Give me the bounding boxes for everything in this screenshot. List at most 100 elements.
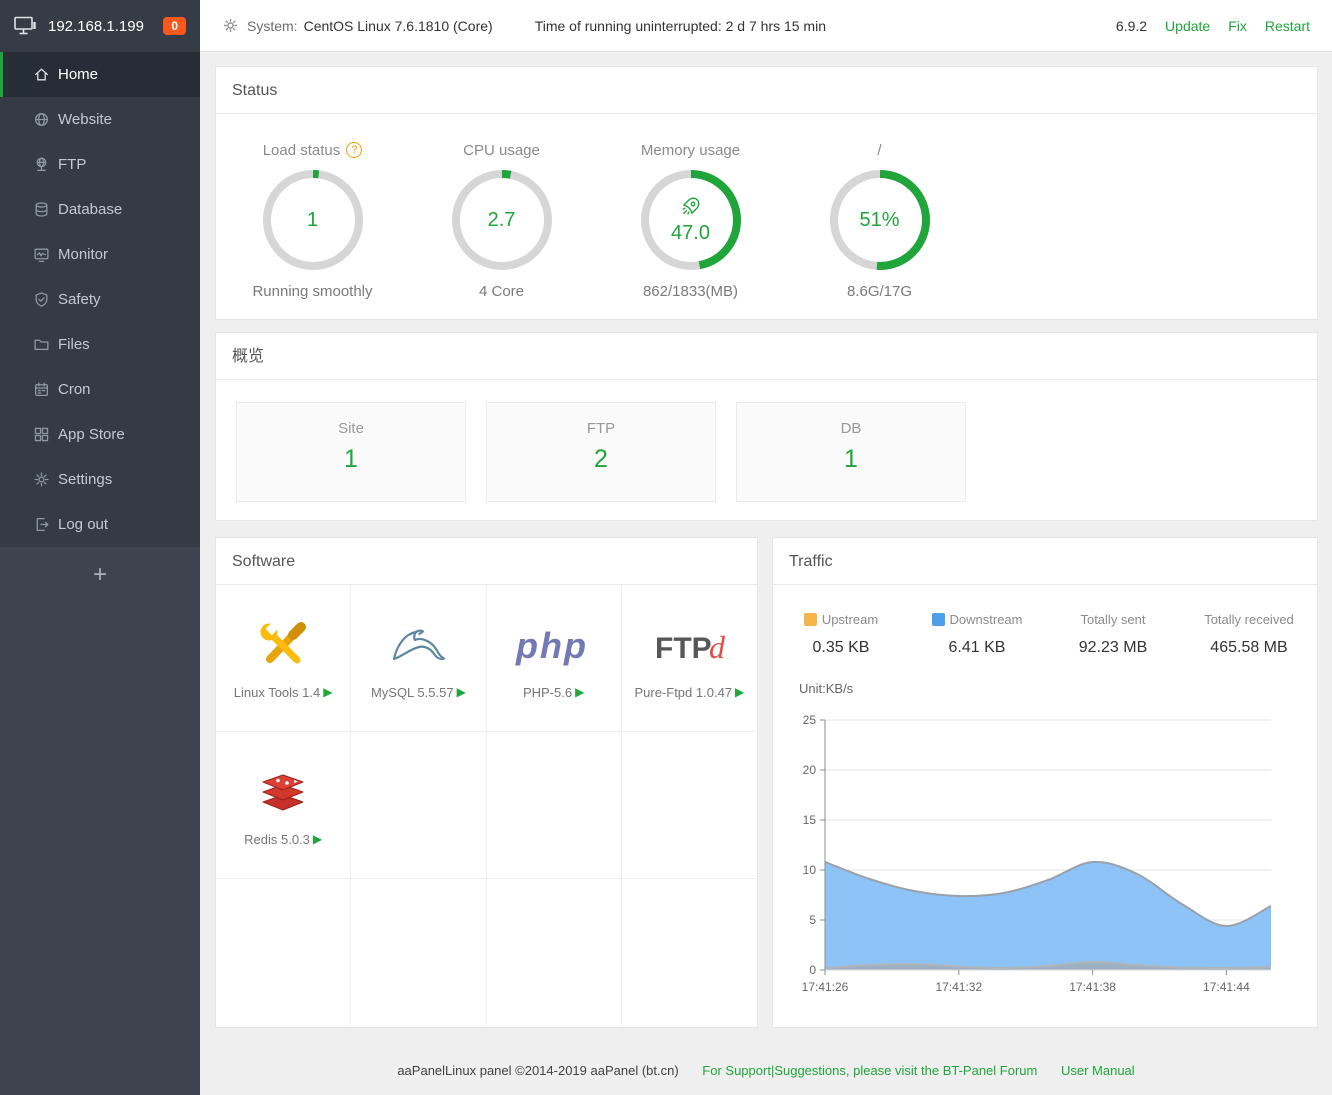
- service-running-icon[interactable]: ▶: [313, 833, 322, 845]
- software-empty-cell: [487, 732, 622, 879]
- gauge-title: /: [877, 142, 881, 159]
- traffic-stat-label: Downstream: [950, 612, 1023, 627]
- status-panel: Status Load status? 1 Running smoothly CPU …: [215, 66, 1318, 320]
- sidebar-item-monitor[interactable]: Monitor: [0, 232, 200, 277]
- legend-swatch-icon: [932, 613, 945, 626]
- sidebar-item-label: FTP: [58, 156, 86, 173]
- traffic-stat-downstream: Downstream 6.41 KB: [909, 612, 1045, 657]
- traffic-panel: Traffic Upstream0.35 KBDownstream6.41 KB…: [772, 537, 1318, 1028]
- service-running-icon[interactable]: ▶: [457, 686, 466, 698]
- overview-card-site[interactable]: Site1: [236, 402, 466, 502]
- sidebar-item-safety[interactable]: Safety: [0, 277, 200, 322]
- overview-card-value: 2: [487, 445, 715, 474]
- sidebar-item-label: Cron: [58, 381, 91, 398]
- overview-card-label: FTP: [487, 420, 715, 437]
- status-panel-title: Status: [216, 67, 1317, 114]
- settings-icon: [33, 471, 50, 488]
- service-running-icon[interactable]: ▶: [575, 686, 584, 698]
- software-item-mysql-5-5-57[interactable]: MySQL 5.5.57▶: [351, 585, 486, 732]
- safety-icon: [33, 291, 50, 308]
- main-content: Status Load status? 1 Running smoothly CPU …: [200, 53, 1332, 1095]
- sidebar-item-log-out[interactable]: Log out: [0, 502, 200, 547]
- software-panel: Software Linux Tools 1.4▶MySQL 5.5.57▶ph…: [215, 537, 758, 1028]
- gauge-title: CPU usage: [463, 142, 540, 159]
- mysql-icon[interactable]: [387, 617, 449, 675]
- traffic-stat-totally-received: Totally received 465.58 MB: [1181, 612, 1317, 657]
- website-icon: [33, 111, 50, 128]
- footer-support-link[interactable]: For Support|Suggestions, please visit th…: [702, 1063, 1037, 1078]
- software-panel-title: Software: [216, 538, 757, 585]
- footer-manual-link[interactable]: User Manual: [1061, 1063, 1135, 1078]
- svg-text:15: 15: [803, 813, 817, 827]
- sidebar-item-label: Monitor: [58, 246, 108, 263]
- sidebar-item-label: Database: [58, 201, 122, 218]
- fix-link[interactable]: Fix: [1228, 18, 1247, 34]
- footer-copyright: aaPanelLinux panel ©2014-2019 aaPanel (b…: [397, 1063, 678, 1078]
- traffic-stat-value: 6.41 KB: [909, 639, 1045, 657]
- software-item-pure-ftpd-1-0-47[interactable]: FTPdPure-Ftpd 1.0.47▶: [622, 585, 757, 732]
- php-icon[interactable]: php: [506, 617, 602, 675]
- svg-text:17:41:26: 17:41:26: [802, 980, 849, 994]
- system-value: CentOS Linux 7.6.1810 (Core): [304, 18, 493, 34]
- gear-icon: [222, 17, 239, 34]
- sidebar-item-settings[interactable]: Settings: [0, 457, 200, 502]
- overview-card-ftp[interactable]: FTP 2: [486, 402, 716, 502]
- sidebar-item-home[interactable]: Home: [0, 52, 200, 97]
- gauge-sublabel: 8.6G/17G: [785, 283, 974, 300]
- svg-text:FTP: FTP: [655, 632, 712, 665]
- software-item-php-5-6[interactable]: phpPHP-5.6▶: [487, 585, 622, 732]
- service-running-icon[interactable]: ▶: [735, 686, 744, 698]
- footer: aaPanelLinux panel ©2014-2019 aaPanel (b…: [200, 1063, 1332, 1078]
- svg-text:10: 10: [803, 863, 817, 877]
- traffic-stat-label: Totally received: [1204, 612, 1294, 627]
- svg-text:20: 20: [803, 763, 817, 777]
- update-link[interactable]: Update: [1165, 18, 1210, 34]
- server-identity[interactable]: 192.168.1.199 0: [0, 0, 200, 52]
- gauge-item: /51%8.6G/17G: [785, 138, 974, 300]
- software-empty-cell: [622, 879, 757, 1026]
- overview-card-db[interactable]: DB1: [736, 402, 966, 502]
- gauge-title: Load status: [263, 142, 341, 159]
- panel-version: 6.9.2: [1116, 18, 1147, 34]
- linux-tools-icon[interactable]: [257, 617, 309, 675]
- overview-panel-title: 概览: [216, 333, 1317, 380]
- restart-link[interactable]: Restart: [1265, 18, 1310, 34]
- software-item-label: Redis 5.0.3: [244, 832, 310, 847]
- software-empty-cell: [622, 732, 757, 879]
- svg-text:d: d: [709, 629, 726, 665]
- sidebar-item-database[interactable]: Database: [0, 187, 200, 232]
- svg-text:17:41:32: 17:41:32: [935, 980, 982, 994]
- gauge-sublabel: Running smoothly: [218, 283, 407, 300]
- sidebar-item-app-store[interactable]: App Store: [0, 412, 200, 457]
- sidebar-item-label: Safety: [58, 291, 101, 308]
- pure-ftpd-icon[interactable]: FTPd: [641, 617, 737, 675]
- sidebar-item-website[interactable]: Website: [0, 97, 200, 142]
- redis-icon[interactable]: [256, 764, 310, 822]
- overview-card-value: 1: [737, 445, 965, 474]
- system-label: System:: [247, 18, 298, 34]
- gauge-ring: 47.0: [641, 170, 741, 270]
- chart-unit-label: Unit:KB/s: [799, 681, 1317, 696]
- message-count-badge[interactable]: 0: [163, 17, 186, 35]
- software-item-redis-5-0-3[interactable]: Redis 5.0.3▶: [216, 732, 351, 879]
- server-ip: 192.168.1.199: [48, 18, 144, 35]
- software-item-linux-tools-1-4[interactable]: Linux Tools 1.4▶: [216, 585, 351, 732]
- sidebar-item-ftp[interactable]: FTP: [0, 142, 200, 187]
- traffic-stat-value: 0.35 KB: [773, 639, 909, 657]
- sidebar-item-cron[interactable]: Cron: [0, 367, 200, 412]
- monitor-icon: [33, 246, 50, 263]
- gauge-memory-usage: Memory usage47.0862/1833(MB): [596, 138, 785, 300]
- sidebar-item-files[interactable]: Files: [0, 322, 200, 367]
- service-running-icon[interactable]: ▶: [323, 686, 332, 698]
- help-icon[interactable]: ?: [346, 142, 362, 158]
- gauge-ring: 1: [263, 170, 363, 270]
- svg-text:0: 0: [809, 963, 816, 977]
- software-empty-cell: [351, 879, 486, 1026]
- traffic-stat-value: 465.58 MB: [1181, 639, 1317, 657]
- sidebar-item-label: Settings: [58, 471, 112, 488]
- uptime-text: Time of running uninterrupted: 2 d 7 hrs…: [535, 18, 826, 34]
- overview-panel: 概览 Site1 FTP 2 DB1: [215, 332, 1318, 521]
- add-shortcut-button[interactable]: +: [0, 555, 200, 595]
- gauge-value: 1: [307, 209, 318, 232]
- software-empty-cell: [216, 879, 351, 1026]
